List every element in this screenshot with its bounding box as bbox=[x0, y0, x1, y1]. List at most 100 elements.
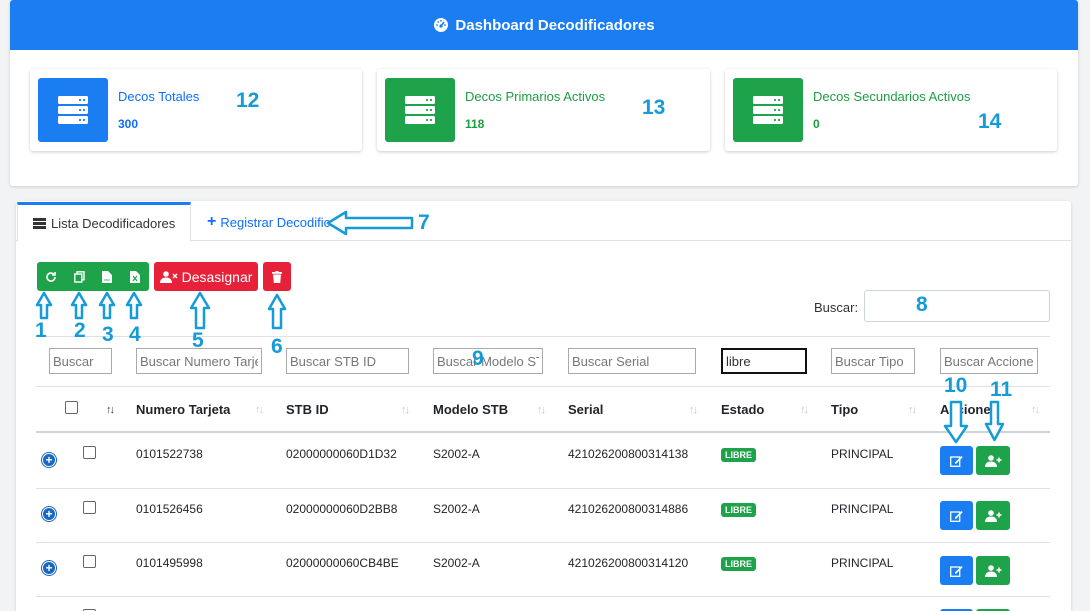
info-box-total: Decos Totales 300 bbox=[30, 69, 362, 151]
annotation-4: 4 bbox=[129, 323, 141, 346]
excel-file-icon bbox=[129, 270, 140, 283]
unassign-label: Desasignar bbox=[181, 268, 253, 285]
row-divider bbox=[36, 596, 1050, 597]
cell-type: PRINCIPAL bbox=[831, 447, 894, 461]
expand-row-icon[interactable]: + bbox=[42, 561, 56, 575]
sort-icon[interactable]: ↑↓ bbox=[689, 404, 698, 416]
refresh-icon bbox=[46, 271, 56, 282]
divider bbox=[36, 336, 1050, 337]
decoders-card: Lista Decodificadores + Registrar Decodi… bbox=[16, 201, 1071, 611]
status-badge: LIBRE bbox=[721, 448, 756, 462]
column-header-status[interactable]: Estado bbox=[721, 402, 764, 417]
row-divider bbox=[36, 542, 1050, 543]
row-divider bbox=[36, 488, 1050, 489]
cell-stb-id: 02000000060D2BB8 bbox=[286, 502, 398, 516]
cell-card-number: 0101526456 bbox=[136, 502, 203, 516]
filter-input-stb-id[interactable] bbox=[286, 348, 409, 374]
edit-icon bbox=[950, 565, 963, 577]
row-checkbox[interactable] bbox=[83, 446, 96, 459]
column-header-serial[interactable]: Serial bbox=[568, 402, 603, 417]
gauge-icon bbox=[434, 18, 449, 32]
filter-input-serial[interactable] bbox=[568, 348, 696, 374]
copy-button[interactable] bbox=[65, 262, 93, 291]
unassign-button[interactable]: Desasignar bbox=[154, 262, 258, 291]
cell-model: S2002-A bbox=[433, 502, 480, 516]
user-plus-icon bbox=[984, 454, 1001, 467]
filter-input-status[interactable] bbox=[721, 348, 807, 374]
user-plus-icon bbox=[984, 509, 1001, 522]
plus-icon: + bbox=[207, 213, 217, 230]
column-header-actions[interactable]: Acciones bbox=[940, 402, 998, 417]
search-label: Buscar: bbox=[814, 300, 859, 315]
edit-icon bbox=[950, 455, 963, 467]
row-checkbox[interactable] bbox=[83, 555, 96, 568]
edit-icon bbox=[950, 510, 963, 522]
edit-button[interactable] bbox=[940, 501, 973, 530]
search-input[interactable] bbox=[864, 290, 1050, 322]
tab-register-label: Registrar Decodificador bbox=[220, 214, 357, 230]
copy-icon bbox=[73, 270, 85, 283]
column-header-model[interactable]: Modelo STB bbox=[433, 402, 508, 417]
sort-icon[interactable]: ↑↓ bbox=[908, 404, 917, 416]
tab-bar: Lista Decodificadores + Registrar Decodi… bbox=[16, 201, 1071, 242]
cell-card-number: 0101495998 bbox=[136, 556, 203, 570]
annotation-1: 1 bbox=[35, 319, 47, 342]
dashboard-header: Dashboard Decodificadores bbox=[10, 0, 1078, 50]
tab-list[interactable]: Lista Decodificadores bbox=[17, 202, 191, 242]
refresh-button[interactable] bbox=[37, 262, 65, 291]
assign-user-button[interactable] bbox=[976, 556, 1010, 585]
cell-type: PRINCIPAL bbox=[831, 556, 894, 570]
info-title: Decos Secundarios Activos bbox=[813, 89, 971, 104]
cell-type: PRINCIPAL bbox=[831, 502, 894, 516]
dashboard-title: Dashboard Decodificadores bbox=[455, 16, 655, 34]
cell-model: S2002-A bbox=[433, 447, 480, 461]
annotation-9: 9 bbox=[472, 347, 484, 370]
sort-icon[interactable]: ↑↓ bbox=[537, 404, 546, 416]
server-icon bbox=[385, 78, 455, 142]
status-badge: LIBRE bbox=[721, 503, 756, 517]
info-title: Decos Totales bbox=[118, 89, 200, 104]
edit-button[interactable] bbox=[940, 556, 973, 585]
filter-input-actions[interactable] bbox=[940, 348, 1038, 374]
annotation-8: 8 bbox=[916, 293, 928, 316]
expand-row-icon[interactable]: + bbox=[42, 507, 56, 521]
sort-icon[interactable]: ↑↓ bbox=[255, 404, 264, 416]
cell-card-number: 0101522738 bbox=[136, 447, 203, 461]
edit-button[interactable] bbox=[940, 446, 973, 475]
filter-input-index[interactable] bbox=[49, 348, 112, 374]
delete-button[interactable] bbox=[263, 262, 291, 291]
list-icon bbox=[33, 218, 46, 229]
row-checkbox[interactable] bbox=[83, 501, 96, 514]
export-csv-button[interactable]: csv bbox=[93, 262, 120, 291]
annotation-11: 11 bbox=[990, 378, 1013, 401]
column-header-stb-id[interactable]: STB ID bbox=[286, 402, 329, 417]
expand-row-icon[interactable]: + bbox=[42, 453, 56, 467]
annotation-12: 12 bbox=[236, 89, 260, 112]
filter-input-model[interactable] bbox=[433, 348, 543, 374]
sort-icon[interactable]: ↑↓ bbox=[106, 404, 115, 416]
tab-register[interactable]: + Registrar Decodificador bbox=[207, 213, 356, 231]
user-plus-icon bbox=[984, 564, 1001, 577]
info-value: 118 bbox=[465, 117, 485, 131]
annotation-7: 7 bbox=[418, 211, 430, 234]
cell-model: S2002-A bbox=[433, 556, 480, 570]
annotation-10: 10 bbox=[944, 374, 968, 397]
column-header-card-number[interactable]: Numero Tarjeta bbox=[136, 402, 230, 417]
assign-user-button[interactable] bbox=[976, 501, 1010, 530]
column-header-type[interactable]: Tipo bbox=[831, 402, 858, 417]
csv-file-icon: csv bbox=[101, 270, 112, 283]
select-all-checkbox[interactable] bbox=[65, 401, 78, 414]
export-excel-button[interactable] bbox=[120, 262, 149, 291]
sort-icon[interactable]: ↑↓ bbox=[800, 404, 809, 416]
info-box-secondary: Decos Secundarios Activos 0 bbox=[725, 69, 1057, 151]
annotation-3: 3 bbox=[102, 323, 114, 346]
sort-icon[interactable]: ↑↓ bbox=[1031, 404, 1040, 416]
cell-stb-id: 02000000060CB4BE bbox=[286, 556, 399, 570]
filter-input-type[interactable] bbox=[831, 348, 915, 374]
assign-user-button[interactable] bbox=[976, 446, 1010, 475]
annotation-2: 2 bbox=[74, 319, 86, 342]
server-icon bbox=[733, 78, 803, 142]
sort-icon[interactable]: ↑↓ bbox=[401, 404, 410, 416]
cell-serial: 421026200800314120 bbox=[568, 556, 689, 570]
cell-serial: 421026200800314886 bbox=[568, 502, 689, 516]
